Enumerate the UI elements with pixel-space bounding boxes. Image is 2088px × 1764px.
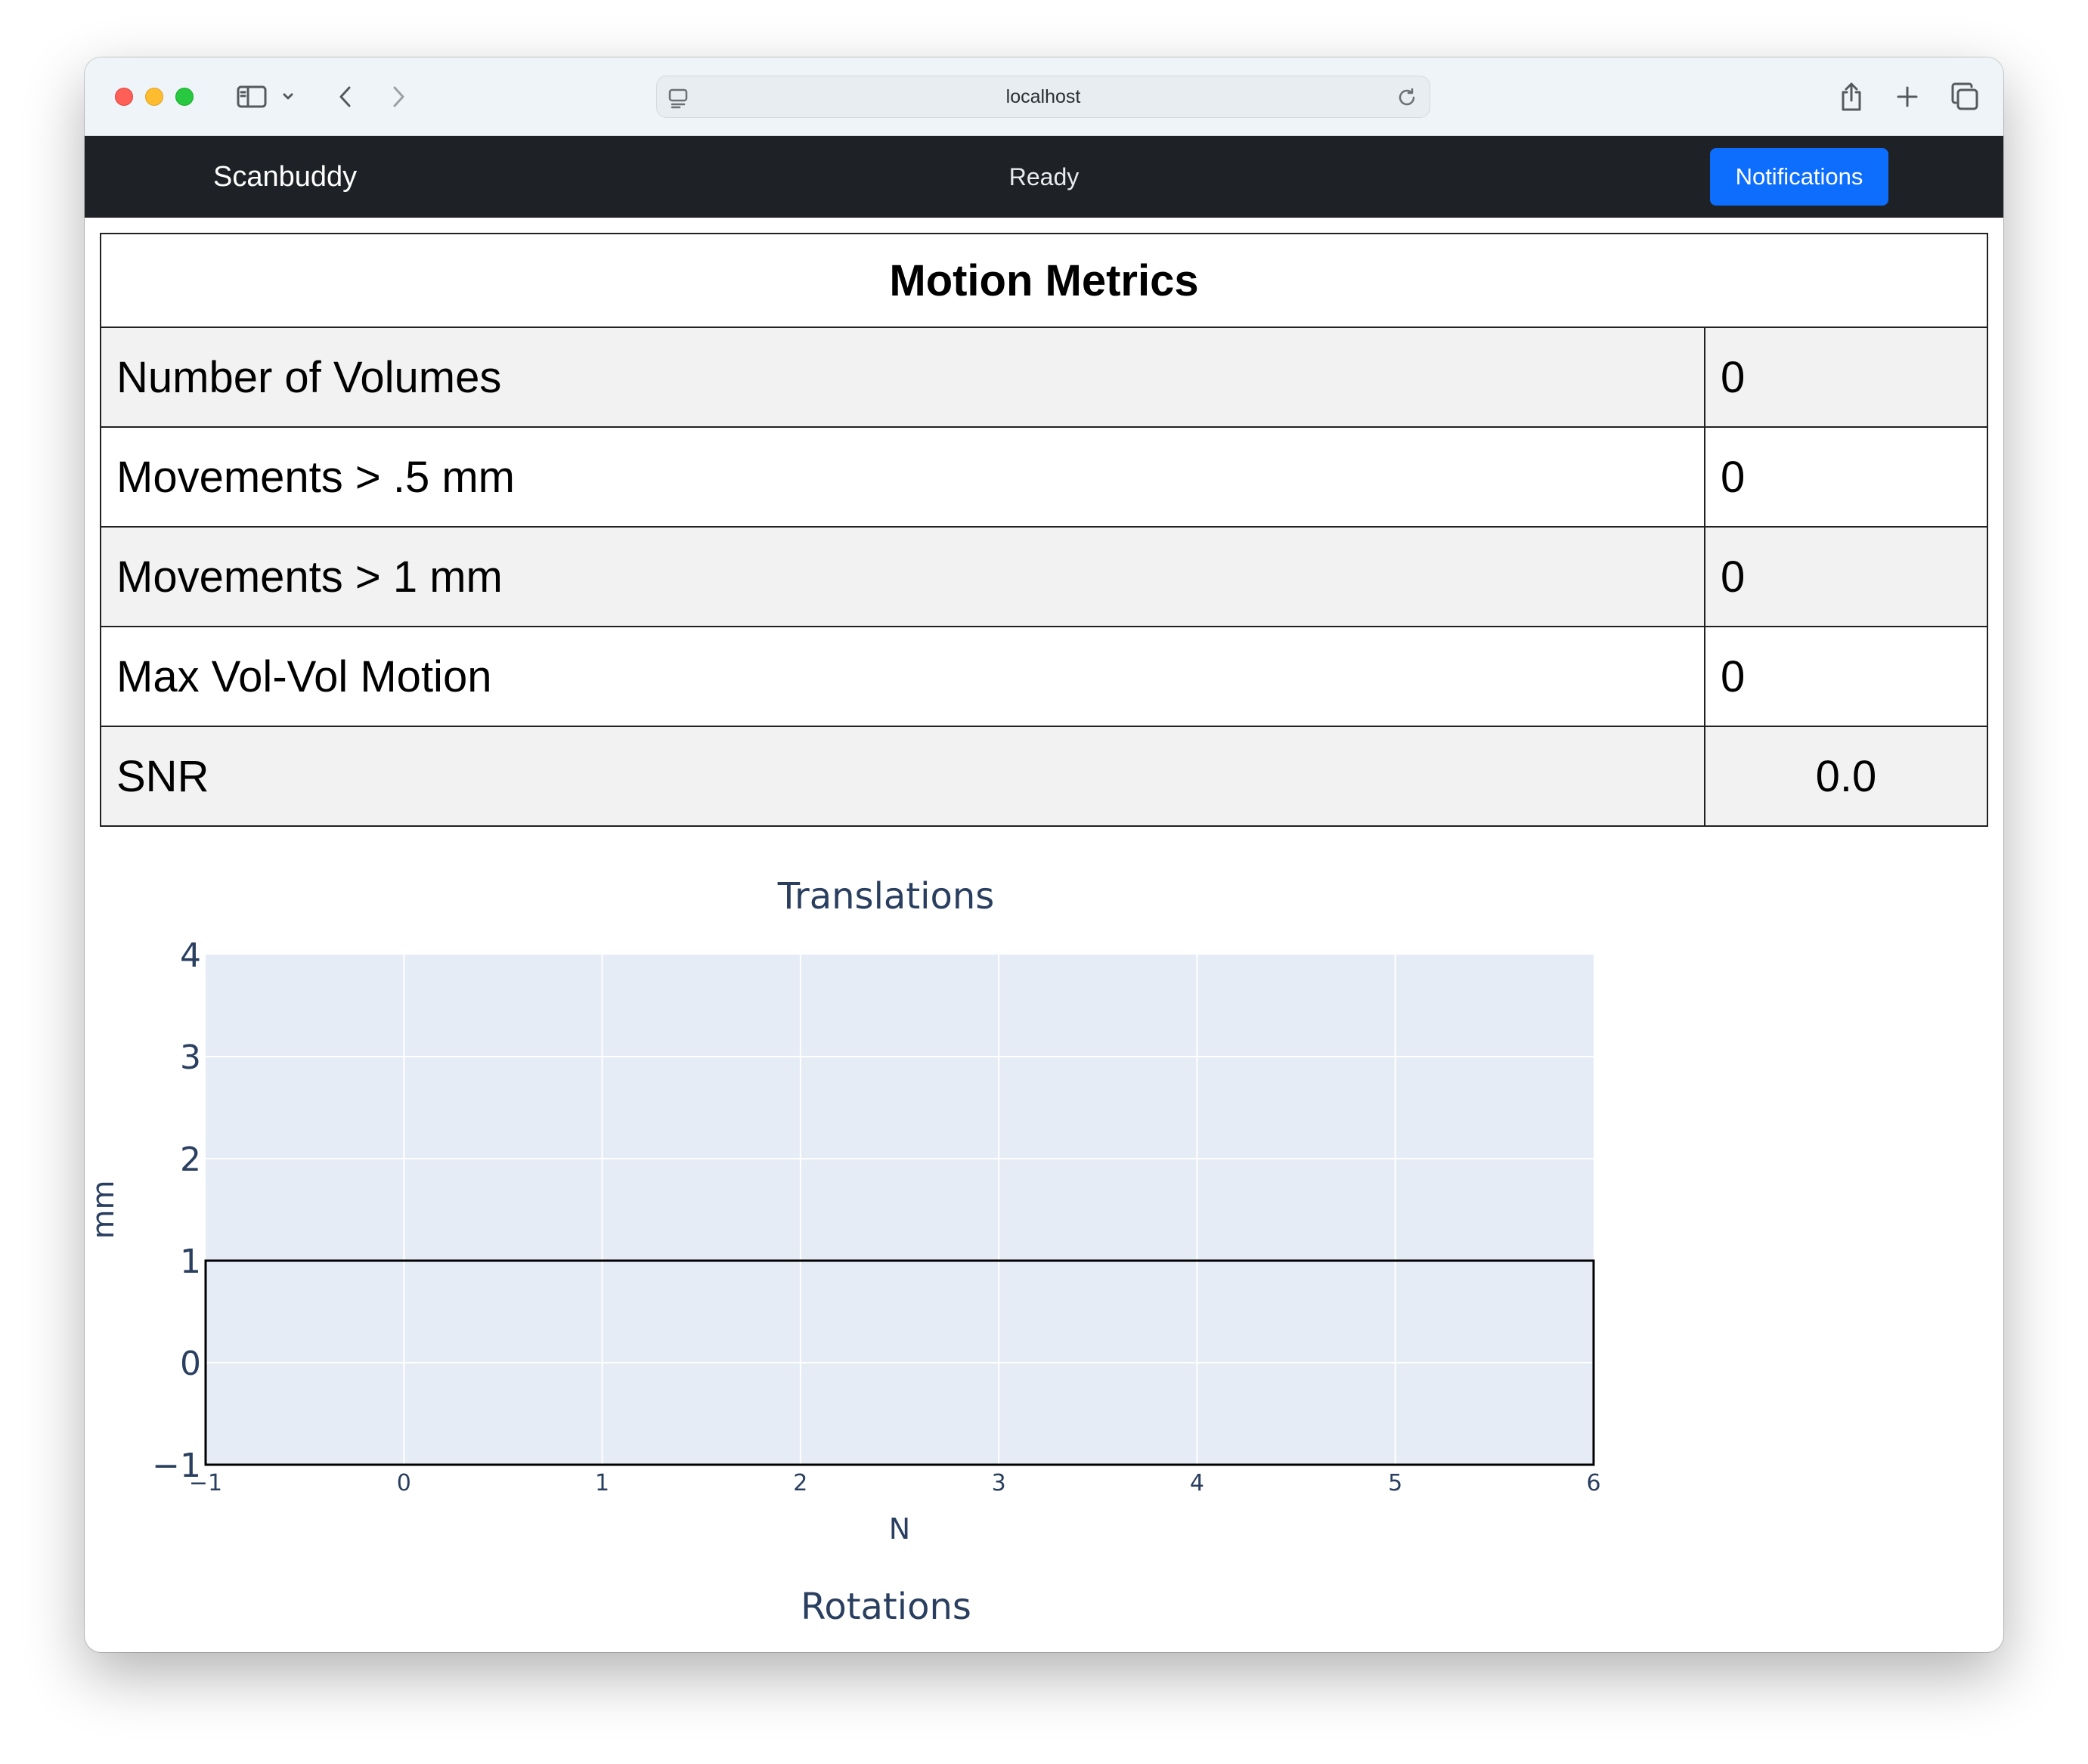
x-tick-label: 0 [397,1470,411,1496]
metric-value: 0.0 [1704,726,1988,827]
reload-icon[interactable] [1396,87,1417,112]
translations-chart[interactable]: −1 0 1 2 3 4 5 6−101234Nmm [85,874,1687,1622]
rotations-chart-title: Rotations [801,1586,971,1628]
new-tab-icon[interactable] [1888,77,1926,116]
y-tick-label: −1 [152,1447,201,1485]
y-tick-label: 3 [180,1038,201,1077]
url-text: localhost [1005,85,1081,107]
y-axis-label: mm [86,1181,121,1239]
metric-label: Movements > 1 mm [100,526,1705,627]
x-tick-label: 1 [595,1470,609,1496]
y-tick-label: 0 [180,1345,201,1383]
metric-value: 0 [1704,326,1988,428]
notifications-button[interactable]: Notifications [1710,148,1888,206]
metric-label: Movements > .5 mm [100,426,1705,528]
address-bar[interactable]: localhost [656,76,1430,118]
x-tick-label: 4 [1190,1470,1204,1496]
y-tick-label: 1 [180,1243,201,1281]
table-row: SNR 0.0 [100,726,1988,827]
metric-value: 0 [1704,526,1988,627]
app-navbar: Scanbuddy Ready Notifications [85,136,2003,218]
metric-label: SNR [100,726,1705,827]
x-axis-label: N [889,1512,910,1546]
metrics-title: Motion Metrics [100,233,1988,328]
table-row: Movements > 1 mm 0 [100,526,1988,627]
y-tick-label: 4 [180,936,201,975]
share-icon[interactable] [1832,77,1870,116]
minimize-window-button[interactable] [145,88,163,106]
motion-metrics-table: Motion Metrics Number of Volumes 0 Movem… [100,233,1988,827]
close-window-button[interactable] [115,88,133,106]
x-tick-label: 6 [1586,1470,1600,1496]
y-tick-label: 2 [180,1140,201,1179]
metric-label: Max Vol-Vol Motion [100,626,1705,727]
table-row: Max Vol-Vol Motion 0 [100,626,1988,727]
table-row: Number of Volumes 0 [100,326,1988,428]
browser-window: localhost Scanbuddy Ready Notifications … [85,57,2003,1652]
tabs-overview-icon[interactable] [1946,77,1984,116]
table-row: Movements > .5 mm 0 [100,426,1988,528]
forward-icon[interactable] [379,77,417,116]
metric-label: Number of Volumes [100,326,1705,428]
plot-area [206,955,1594,1465]
metric-value: 0 [1704,426,1988,528]
metric-value: 0 [1704,626,1988,727]
back-icon[interactable] [327,77,364,116]
zoom-window-button[interactable] [175,88,194,106]
sidebar-icon[interactable] [233,77,271,116]
browser-toolbar: localhost [85,57,2003,136]
x-tick-label: 2 [793,1470,807,1496]
x-tick-label: 3 [992,1470,1006,1496]
x-tick-label: 5 [1388,1470,1402,1496]
brand-link[interactable]: Scanbuddy [213,136,357,218]
chevron-down-icon[interactable] [278,77,298,116]
